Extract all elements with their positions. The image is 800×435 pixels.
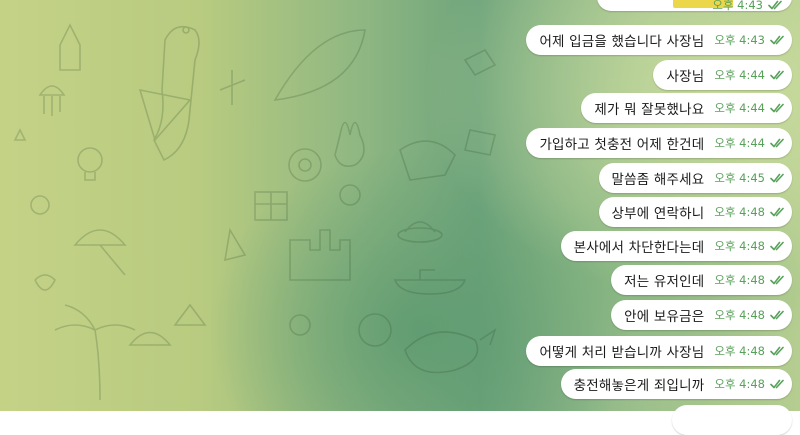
message-text: 저는 유저인데 xyxy=(624,274,705,290)
double-check-icon xyxy=(770,378,784,390)
partial-message-bottom xyxy=(672,405,792,435)
message-meta: 오후 4:44 xyxy=(714,135,784,151)
message-meta: 오후 4:48 xyxy=(714,272,784,288)
message-meta: 오후 4:48 xyxy=(714,238,784,254)
message-meta: 오후 4:43 xyxy=(712,0,782,11)
message-bubble[interactable]: 본사에서 차단한다는데 오후 4:48 xyxy=(560,231,792,261)
message-bubble[interactable]: 안에 보유금은 오후 4:48 xyxy=(611,300,792,330)
double-check-icon xyxy=(770,69,784,81)
message-bubble[interactable]: 어제 입금을 했습니다 사장님 오후 4:43 xyxy=(526,25,792,55)
partial-message-top: 오후 4:43 xyxy=(597,0,792,11)
message-time: 오후 4:48 xyxy=(714,205,765,219)
message-bubble[interactable]: 충전해놓은게 죄입니까 오후 4:48 xyxy=(560,369,792,399)
message-time: 오후 4:45 xyxy=(714,171,765,185)
message-text: 제가 뭐 잘못했나요 xyxy=(594,102,705,118)
message-time: 오후 4:48 xyxy=(714,273,765,287)
double-check-icon xyxy=(770,102,784,114)
message-text: 본사에서 차단한다는데 xyxy=(573,240,705,256)
message-text: 안에 보유금은 xyxy=(624,309,705,325)
double-check-icon xyxy=(770,172,784,184)
message-time: 오후 4:44 xyxy=(714,101,765,115)
message-time: 오후 4:43 xyxy=(714,33,765,47)
message-bubble[interactable]: 어떻게 처리 받습니까 사장님 오후 4:48 xyxy=(526,336,792,366)
message-meta: 오후 4:45 xyxy=(714,170,784,186)
message-text: 상부에 연락하니 xyxy=(611,206,705,222)
message-meta: 오후 4:48 xyxy=(714,343,784,359)
double-check-icon xyxy=(770,34,784,46)
message-meta: 오후 4:48 xyxy=(714,307,784,323)
message-text: 말씀좀 해주세요 xyxy=(611,172,705,188)
message-text: 충전해놓은게 죄입니까 xyxy=(573,378,705,394)
double-check-icon xyxy=(770,309,784,321)
double-check-icon xyxy=(770,274,784,286)
double-check-icon xyxy=(770,137,784,149)
message-bubble[interactable]: 상부에 연락하니 오후 4:48 xyxy=(598,197,792,227)
message-time: 오후 4:48 xyxy=(714,377,765,391)
message-time: 오후 4:48 xyxy=(714,308,765,322)
message-bubble[interactable]: 가입하고 첫충전 어제 한건데 오후 4:44 xyxy=(526,128,792,158)
message-text: 어떻게 처리 받습니까 사장님 xyxy=(539,345,705,361)
message-time: 오후 4:44 xyxy=(714,68,765,82)
message-text: 사장님 xyxy=(666,69,705,85)
message-meta: 오후 4:48 xyxy=(714,204,784,220)
message-bubble[interactable]: 말씀좀 해주세요 오후 4:45 xyxy=(598,163,792,193)
message-bubble[interactable]: 저는 유저인데 오후 4:48 xyxy=(611,265,792,295)
message-bubble[interactable]: 제가 뭐 잘못했나요 오후 4:44 xyxy=(581,93,792,123)
message-text: 어제 입금을 했습니다 사장님 xyxy=(539,34,705,50)
message-meta: 오후 4:44 xyxy=(714,67,784,83)
double-check-icon xyxy=(770,240,784,252)
message-time: 오후 4:48 xyxy=(714,344,765,358)
message-meta: 오후 4:43 xyxy=(714,32,784,48)
message-meta: 오후 4:48 xyxy=(714,376,784,392)
double-check-icon xyxy=(768,0,782,11)
message-time: 오후 4:43 xyxy=(712,0,763,11)
message-time: 오후 4:44 xyxy=(714,136,765,150)
message-meta: 오후 4:44 xyxy=(714,100,784,116)
message-text: 가입하고 첫충전 어제 한건데 xyxy=(539,137,705,153)
message-time: 오후 4:48 xyxy=(714,239,765,253)
double-check-icon xyxy=(770,345,784,357)
double-check-icon xyxy=(770,206,784,218)
message-bubble[interactable]: 사장님 오후 4:44 xyxy=(653,60,792,90)
